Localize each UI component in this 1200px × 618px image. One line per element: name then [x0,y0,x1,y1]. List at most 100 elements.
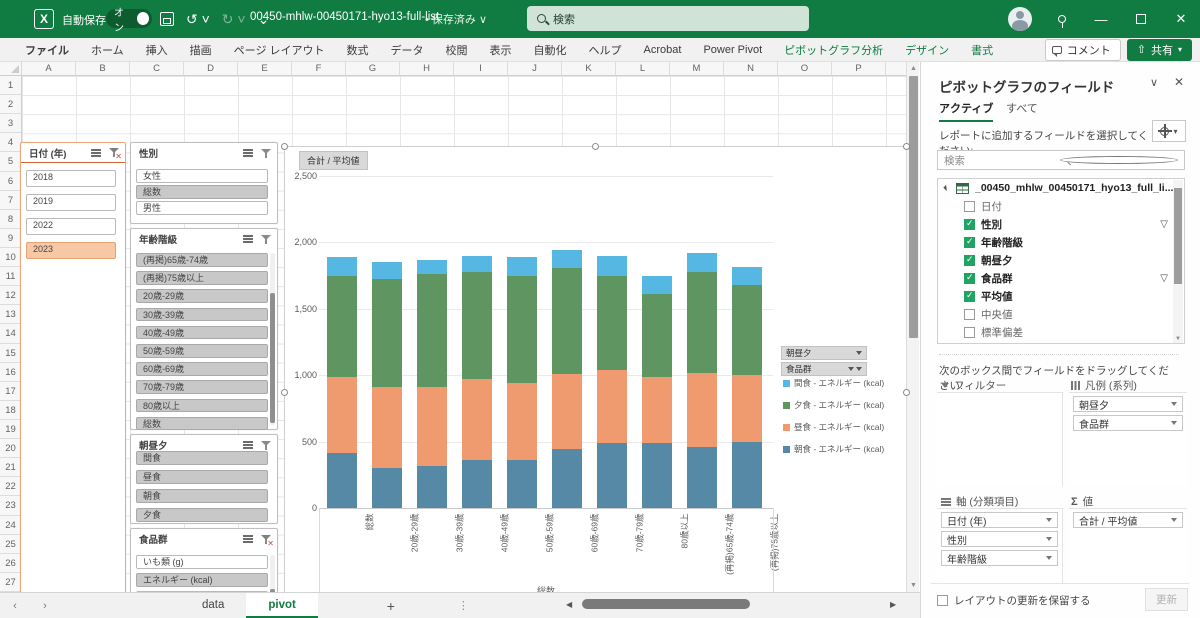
horizontal-scrollbar[interactable]: ◀ ▶ [566,597,902,611]
slicer-item-age-2[interactable]: 20歳-29歳 [136,289,268,303]
legend-field-button-1[interactable]: 食品群 [781,362,867,376]
bar-segment[interactable] [687,271,717,374]
field-checkbox[interactable] [964,308,975,320]
clear-filter-icon[interactable]: ✕ [260,534,274,547]
multi-select-icon[interactable] [243,235,253,237]
multi-select-icon[interactable] [243,535,253,537]
slicer-item-meal-1[interactable]: 昼食 [136,470,268,484]
ribbon-tab-6[interactable]: データ [380,38,435,62]
axis-item-1[interactable]: 性別 [941,531,1058,547]
horizontal-scroll-track[interactable] [578,599,890,609]
slicer-age-scrollbar[interactable] [270,253,275,425]
legend-item-3[interactable]: 朝食 - エネルギー (kcal) [783,443,884,455]
bar-segment[interactable] [507,275,537,383]
field-checkbox[interactable] [964,290,975,302]
slicer-item-age-4[interactable]: 40歳-49歳 [136,325,268,340]
presence-pin-icon[interactable] [1058,15,1066,28]
account-avatar[interactable] [1008,7,1032,31]
bar-segment[interactable] [327,377,357,453]
field-row-4[interactable]: 食品群 ▽ [938,269,1184,287]
slicer-item-date-2[interactable]: 2022 [26,218,116,235]
chart-bar-1[interactable] [372,262,402,508]
chart-bar-3[interactable] [462,256,492,508]
slicer-age-scroll-thumb[interactable] [270,293,275,423]
slicer-item-meal-0[interactable]: 間食 [136,451,268,465]
bar-segment[interactable] [417,260,447,275]
chart-bar-7[interactable] [642,275,672,508]
values-item-0[interactable]: 合計 / 平均値 [1073,512,1183,528]
slicer-item-age-3[interactable]: 30歳-39歳 [136,307,268,322]
slicer-item-food-1[interactable]: エネルギー (kcal) [136,573,268,587]
ribbon-tab-8[interactable]: 表示 [479,38,523,62]
scroll-right-icon[interactable]: ▶ [890,600,902,609]
slicer-gender[interactable]: 性別 女性 総数 男性 [130,142,278,224]
clear-filter-icon[interactable] [260,234,272,245]
scroll-up-icon[interactable]: ▲ [907,62,920,75]
undo-button[interactable]: ↺ ˅ [186,8,210,30]
ribbon-tab-2[interactable]: 挿入 [135,38,179,62]
legend-item-1[interactable]: 夕食 - エネルギー (kcal) [783,399,884,411]
field-list-table-row[interactable]: _00450_mhlw_00450171_hyo13_full_li... [938,179,1184,197]
field-checkbox[interactable] [964,200,975,212]
bar-segment[interactable] [642,377,672,443]
slicer-date[interactable]: 日付 (年) ✕ 2018 2019 2022 2023 [20,142,126,618]
field-list-scroll-down-icon[interactable]: ▼ [1173,335,1183,343]
share-button[interactable]: ⇧ 共有 ▾ [1126,38,1192,61]
slicer-item-age-0[interactable]: (再掲)65歳-74歳 [136,253,268,267]
multi-select-icon[interactable] [243,149,253,151]
bar-segment[interactable] [552,373,582,449]
ribbon-tab-3[interactable]: 描画 [179,38,223,62]
bar-segment[interactable] [327,275,357,378]
bar-segment[interactable] [732,441,762,508]
slicer-item-date-1[interactable]: 2019 [26,194,116,211]
comments-button[interactable]: コメント [1044,38,1121,61]
chart-value-field-button[interactable]: 合計 / 平均値 [299,151,368,170]
bar-segment[interactable] [687,446,717,508]
bar-segment[interactable] [507,257,537,276]
slicer-item-meal-3[interactable]: 夕食 [136,508,268,522]
bar-segment[interactable] [732,267,762,285]
pane-collapse-icon[interactable]: ∨ [1150,76,1158,89]
ribbon-contextual-tab-1[interactable]: デザイン [894,38,960,62]
slicer-item-age-7[interactable]: 70歳-79歳 [136,380,268,394]
bar-segment[interactable] [462,256,492,272]
saved-status[interactable]: • 保存済み ∨ [425,11,487,27]
bar-segment[interactable] [372,468,402,508]
sheet-tab-pivot[interactable]: pivot [246,593,318,618]
pane-close-icon[interactable]: ✕ [1174,75,1184,89]
ribbon-tab-12[interactable]: Power Pivot [692,40,773,60]
bar-segment[interactable] [372,387,402,469]
field-row-7[interactable]: 標準偏差 [938,323,1184,341]
slicer-age[interactable]: 年齢階級 (再掲)65歳-74歳 (再掲)75歳以上 20歳-29歳 30歳-39歳 40… [130,228,278,431]
clear-filter-icon[interactable]: ✕ [108,147,122,161]
chart-bar-2[interactable] [417,260,447,508]
axis-item-2[interactable]: 年齢階級 [941,550,1058,566]
legend-field-button-0[interactable]: 朝昼夕 [781,346,867,360]
slicer-item-age-1[interactable]: (再掲)75歳以上 [136,271,268,285]
slicer-item-age-6[interactable]: 60歳-69歳 [136,362,268,376]
minimize-button[interactable]: — [1092,12,1110,27]
ribbon-contextual-tab-0[interactable]: ピボットグラフ分析 [773,38,894,62]
pivot-chart[interactable]: 合計 / 平均値 0 500 1,000 1,500 2,000 2,500 総数 20歳-29… [281,143,910,618]
field-row-3[interactable]: 朝昼夕 [938,251,1184,269]
excel-app-icon[interactable]: X [34,9,54,29]
ribbon-tab-7[interactable]: 校閲 [435,38,479,62]
chart-selection-handle-2[interactable] [903,143,910,150]
ribbon-tab-9[interactable]: 自動化 [523,38,578,62]
bar-segment[interactable] [732,375,762,442]
bar-segment[interactable] [417,465,447,508]
sheet-nav-right-icon[interactable]: › [30,600,60,612]
bar-segment[interactable] [687,373,717,447]
chart-bar-9[interactable] [732,267,762,508]
sheetbar-menu-icon[interactable]: ⋮ [458,599,470,612]
ribbon-tab-4[interactable]: ページ レイアウト [223,38,336,62]
chart-selection-handle-4[interactable] [903,389,910,396]
scroll-left-icon[interactable]: ◀ [566,600,578,609]
table-expander-icon[interactable] [943,184,950,192]
slicer-meal[interactable]: 朝昼夕 間食 昼食 朝食 夕食 [130,434,278,524]
axis-item-0[interactable]: 日付 (年) [941,512,1058,528]
chart-selection-handle-1[interactable] [592,143,599,150]
ribbon-tab-10[interactable]: ヘルプ [578,38,633,62]
search-box[interactable]: 検索 [527,6,809,31]
sheet-tab-data[interactable]: data [180,593,246,618]
